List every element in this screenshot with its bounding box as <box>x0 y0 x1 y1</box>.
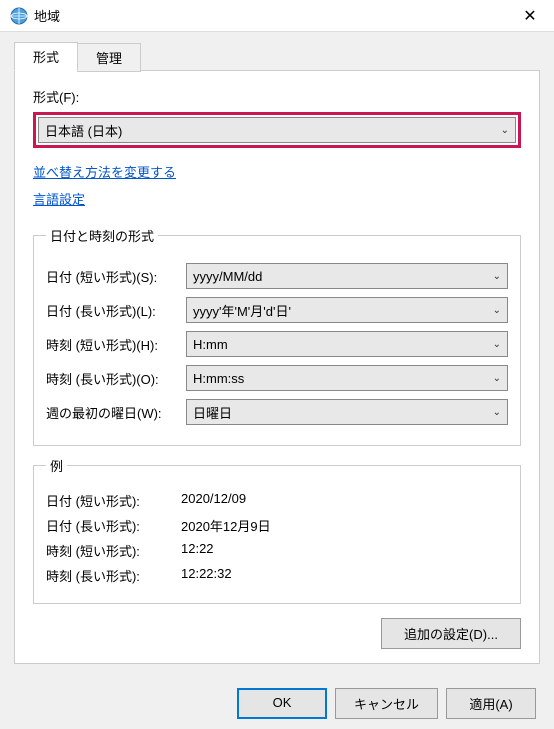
ex-short-date-label: 日付 (短い形式): <box>46 491 181 510</box>
ex-long-time-label: 時刻 (長い形式): <box>46 566 181 585</box>
cancel-button[interactable]: キャンセル <box>335 688 438 719</box>
short-date-label: 日付 (短い形式)(S): <box>46 267 186 286</box>
example-group: 例 日付 (短い形式): 2020/12/09 日付 (長い形式): 2020年… <box>33 456 521 604</box>
chevron-down-icon: ⌄ <box>493 407 501 418</box>
ex-long-date-value: 2020年12月9日 <box>181 516 271 535</box>
titlebar: 地域 ✕ <box>0 0 554 32</box>
first-day-combo[interactable]: 日曜日 ⌄ <box>186 399 508 425</box>
dialog-buttons: OK キャンセル 適用(A) <box>0 678 554 729</box>
format-combo-value: 日本語 (日本) <box>45 121 501 140</box>
tab-format[interactable]: 形式 <box>14 42 78 71</box>
globe-icon <box>10 7 28 25</box>
chevron-down-icon: ⌄ <box>493 271 501 282</box>
long-date-label: 日付 (長い形式)(L): <box>46 301 186 320</box>
tab-panel-format: 形式(F): 日本語 (日本) ⌄ 並べ替え方法を変更する 言語設定 日付と時刻… <box>14 70 540 664</box>
long-time-combo[interactable]: H:mm:ss ⌄ <box>186 365 508 391</box>
ex-long-time-value: 12:22:32 <box>181 566 232 585</box>
highlight-box: 日本語 (日本) ⌄ <box>33 112 521 148</box>
ex-short-time-label: 時刻 (短い形式): <box>46 541 181 560</box>
close-button[interactable]: ✕ <box>510 2 550 30</box>
format-combo[interactable]: 日本語 (日本) ⌄ <box>38 117 516 143</box>
format-label: 形式(F): <box>33 87 521 106</box>
content-area: 形式 管理 形式(F): 日本語 (日本) ⌄ 並べ替え方法を変更する 言語設定… <box>0 32 554 678</box>
tab-admin[interactable]: 管理 <box>77 43 141 72</box>
long-date-combo[interactable]: yyyy'年'M'月'd'日' ⌄ <box>186 297 508 323</box>
datetime-format-group: 日付と時刻の形式 日付 (短い形式)(S): yyyy/MM/dd ⌄ 日付 (… <box>33 226 521 446</box>
ex-short-time-value: 12:22 <box>181 541 214 560</box>
tab-strip: 形式 管理 <box>14 42 540 71</box>
chevron-down-icon: ⌄ <box>493 305 501 316</box>
short-time-combo[interactable]: H:mm ⌄ <box>186 331 508 357</box>
short-time-label: 時刻 (短い形式)(H): <box>46 335 186 354</box>
language-settings-link[interactable]: 言語設定 <box>33 189 85 208</box>
chevron-down-icon: ⌄ <box>501 125 509 136</box>
additional-settings-button[interactable]: 追加の設定(D)... <box>381 618 521 649</box>
apply-button[interactable]: 適用(A) <box>446 688 536 719</box>
first-day-label: 週の最初の曜日(W): <box>46 403 186 422</box>
datetime-format-legend: 日付と時刻の形式 <box>46 226 158 245</box>
ok-button[interactable]: OK <box>237 688 327 719</box>
ex-long-date-label: 日付 (長い形式): <box>46 516 181 535</box>
chevron-down-icon: ⌄ <box>493 339 501 350</box>
short-date-combo[interactable]: yyyy/MM/dd ⌄ <box>186 263 508 289</box>
window-title: 地域 <box>34 6 510 25</box>
sort-method-link[interactable]: 並べ替え方法を変更する <box>33 162 176 181</box>
example-legend: 例 <box>46 456 67 475</box>
chevron-down-icon: ⌄ <box>493 373 501 384</box>
long-time-label: 時刻 (長い形式)(O): <box>46 369 186 388</box>
ex-short-date-value: 2020/12/09 <box>181 491 246 510</box>
